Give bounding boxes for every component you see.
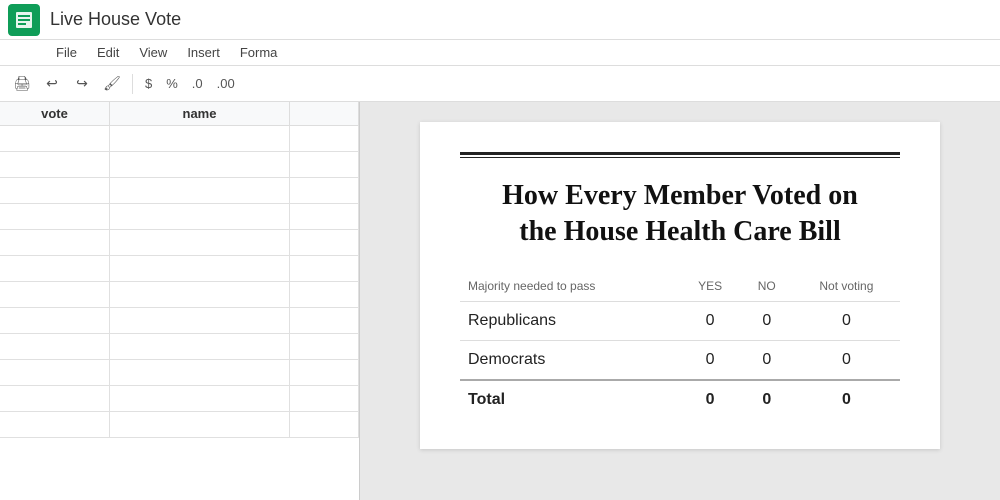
republicans-no: 0 xyxy=(741,301,793,340)
menu-format[interactable]: Forma xyxy=(232,43,286,62)
republicans-label: Republicans xyxy=(460,301,680,340)
total-row: Total 0 0 0 xyxy=(460,380,900,419)
no-col-header: NO xyxy=(741,275,793,302)
table-row xyxy=(0,386,359,412)
menu-edit[interactable]: Edit xyxy=(89,43,127,62)
table-row xyxy=(0,334,359,360)
col-header-extra xyxy=(290,102,359,125)
total-label: Total xyxy=(460,380,680,419)
democrats-row: Democrats 0 0 0 xyxy=(460,340,900,380)
menu-insert[interactable]: Insert xyxy=(179,43,228,62)
table-row xyxy=(0,178,359,204)
dollar-button[interactable]: $ xyxy=(139,74,158,93)
article-top-border xyxy=(460,152,900,158)
paint-format-button[interactable]: 🖌 xyxy=(98,70,126,98)
table-row xyxy=(0,152,359,178)
vote-table: Majority needed to pass YES NO Not votin… xyxy=(460,275,900,419)
print-button[interactable]: 🖨 xyxy=(8,70,36,98)
table-row xyxy=(0,412,359,438)
total-not-voting: 0 xyxy=(793,380,900,419)
table-row xyxy=(0,282,359,308)
article-card: How Every Member Voted on the House Heal… xyxy=(420,122,940,449)
toolbar: 🖨 ↩ ↪ 🖌 $ % .0 .00 xyxy=(0,66,1000,102)
table-row xyxy=(0,204,359,230)
preview-panel: How Every Member Voted on the House Heal… xyxy=(360,102,1000,500)
table-row xyxy=(0,256,359,282)
menu-file[interactable]: File xyxy=(48,43,85,62)
table-row xyxy=(0,230,359,256)
democrats-not-voting: 0 xyxy=(793,340,900,380)
majority-label: Majority needed to pass xyxy=(460,275,680,302)
spreadsheet-panel: vote name xyxy=(0,102,360,500)
menu-bar: File Edit View Insert Forma xyxy=(0,40,1000,66)
not-voting-col-header: Not voting xyxy=(793,275,900,302)
republicans-not-voting: 0 xyxy=(793,301,900,340)
doc-title: Live House Vote xyxy=(50,9,181,30)
yes-col-header: YES xyxy=(680,275,741,302)
col-header-vote: vote xyxy=(0,102,110,125)
main-area: vote name xyxy=(0,102,1000,500)
percent-button[interactable]: % xyxy=(160,74,184,93)
republicans-yes: 0 xyxy=(680,301,741,340)
article-title: How Every Member Voted on the House Heal… xyxy=(460,178,900,251)
democrats-label: Democrats xyxy=(460,340,680,380)
undo-button[interactable]: ↩ xyxy=(38,70,66,98)
decimal-more-button[interactable]: .00 xyxy=(211,74,241,93)
total-yes: 0 xyxy=(680,380,741,419)
table-row xyxy=(0,126,359,152)
top-bar: Live House Vote xyxy=(0,0,1000,40)
sheet-header: vote name xyxy=(0,102,359,126)
democrats-yes: 0 xyxy=(680,340,741,380)
redo-button[interactable]: ↪ xyxy=(68,70,96,98)
sheet-body xyxy=(0,126,359,500)
toolbar-separator-1 xyxy=(132,74,133,94)
decimal-less-button[interactable]: .0 xyxy=(186,74,209,93)
total-no: 0 xyxy=(741,380,793,419)
table-row xyxy=(0,308,359,334)
col-header-name: name xyxy=(110,102,290,125)
menu-view[interactable]: View xyxy=(131,43,175,62)
table-row xyxy=(0,360,359,386)
sheets-logo xyxy=(8,4,40,36)
democrats-no: 0 xyxy=(741,340,793,380)
republicans-row: Republicans 0 0 0 xyxy=(460,301,900,340)
